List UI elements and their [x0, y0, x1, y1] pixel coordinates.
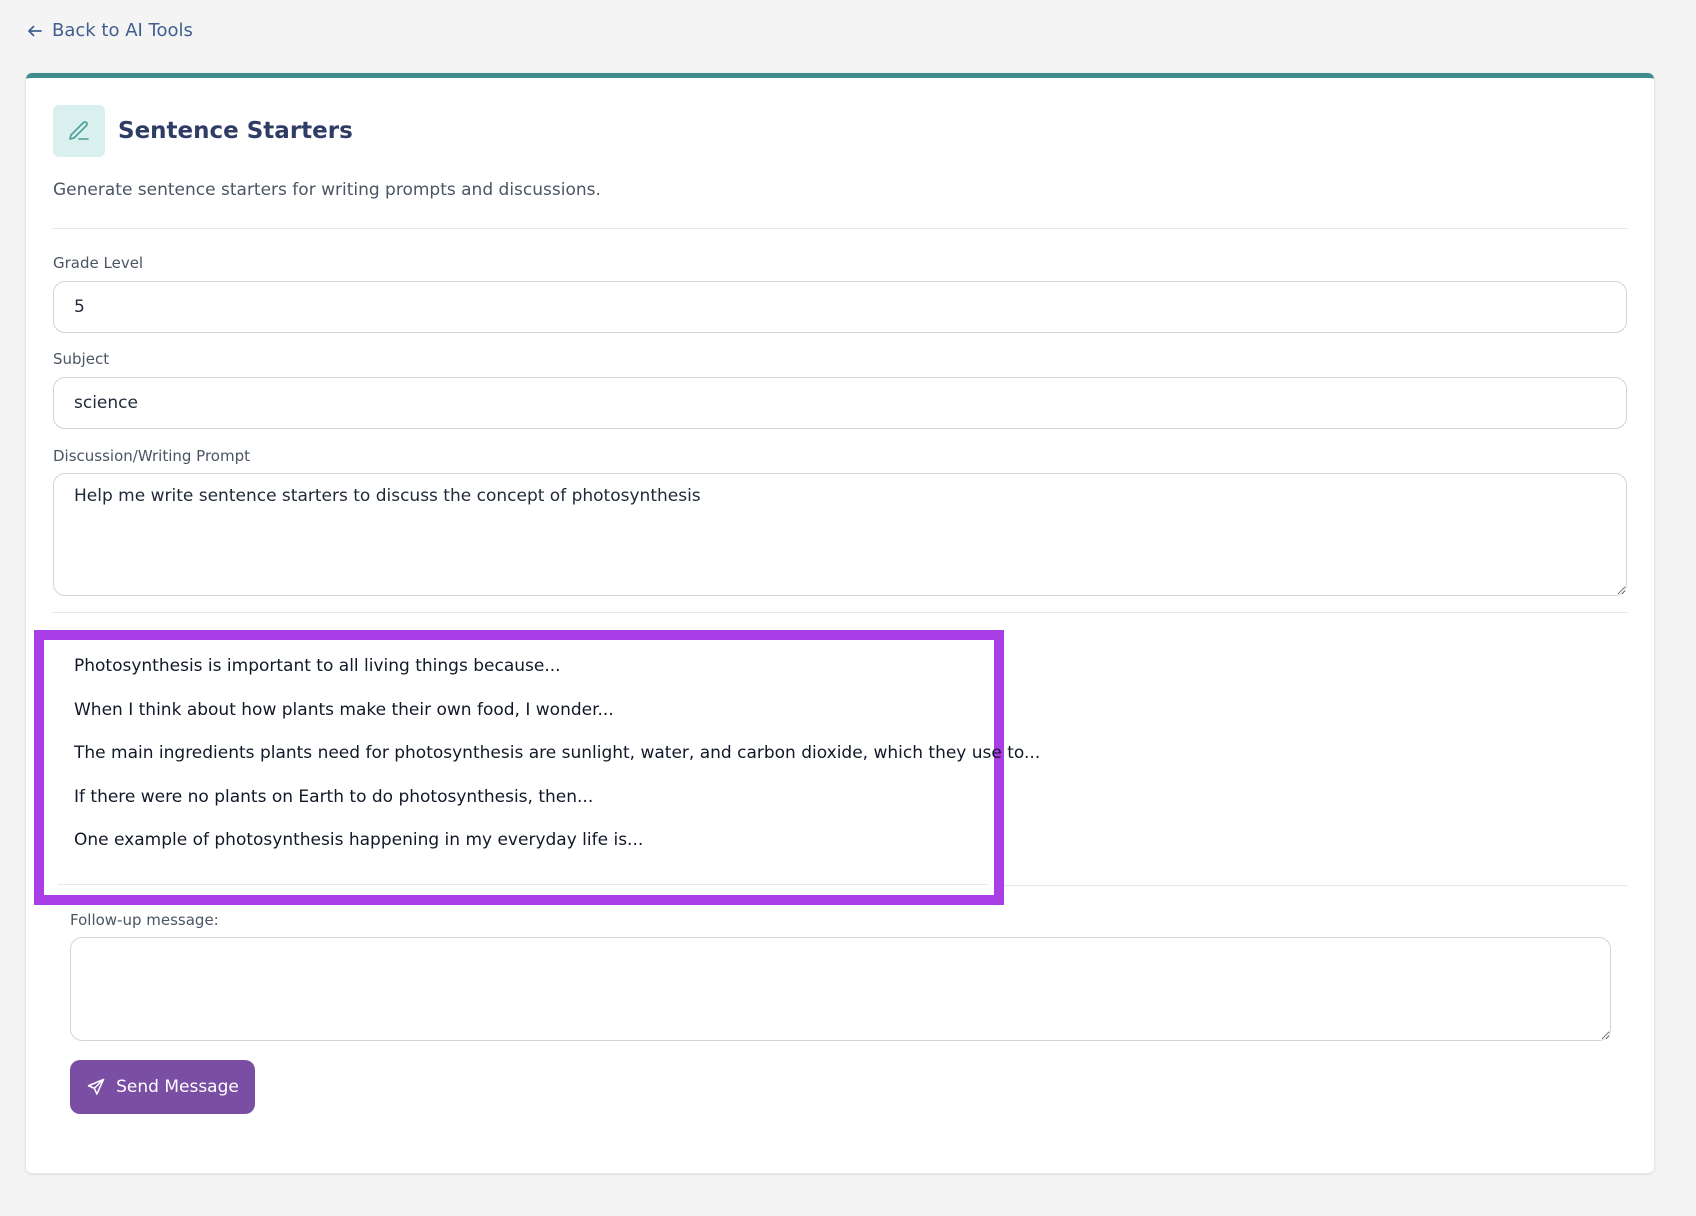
grade-level-input[interactable] [53, 281, 1627, 333]
tool-description: Generate sentence starters for writing p… [53, 180, 601, 200]
send-message-label: Send Message [116, 1077, 239, 1097]
prompt-label: Discussion/Writing Prompt [53, 447, 250, 465]
arrow-left-icon [28, 25, 42, 36]
list-item: When I think about how plants make their… [74, 699, 614, 720]
prompt-textarea[interactable]: Help me write sentence starters to discu… [53, 473, 1627, 596]
subject-input[interactable] [53, 377, 1627, 429]
header-divider [53, 228, 1627, 229]
followup-label: Follow-up message: [70, 911, 219, 929]
page-title: Sentence Starters [118, 118, 353, 144]
tool-card: Sentence Starters Generate sentence star… [26, 73, 1654, 1173]
back-link-label: Back to AI Tools [52, 20, 193, 41]
sentence-starters-list: Photosynthesis is important to all livin… [74, 654, 1040, 872]
send-message-button[interactable]: Send Message [70, 1060, 255, 1114]
tool-header: Sentence Starters [53, 105, 353, 157]
tool-icon-box [53, 105, 105, 157]
response-divider [58, 884, 988, 885]
back-to-ai-tools-link[interactable]: Back to AI Tools [26, 20, 193, 41]
send-icon [87, 1078, 105, 1095]
subject-label: Subject [53, 350, 110, 368]
list-item: The main ingredients plants need for pho… [74, 743, 1041, 763]
list-item: One example of photosynthesis happening … [74, 830, 644, 850]
list-item: If there were no plants on Earth to do p… [74, 786, 594, 807]
pencil-icon [69, 121, 89, 140]
response-divider-right [1004, 885, 1627, 886]
form-divider [53, 612, 1627, 613]
list-item: Photosynthesis is important to all livin… [74, 656, 561, 676]
followup-textarea[interactable] [70, 937, 1611, 1041]
grade-level-label: Grade Level [53, 254, 144, 272]
response-highlight-box: Photosynthesis is important to all livin… [34, 630, 1040, 905]
